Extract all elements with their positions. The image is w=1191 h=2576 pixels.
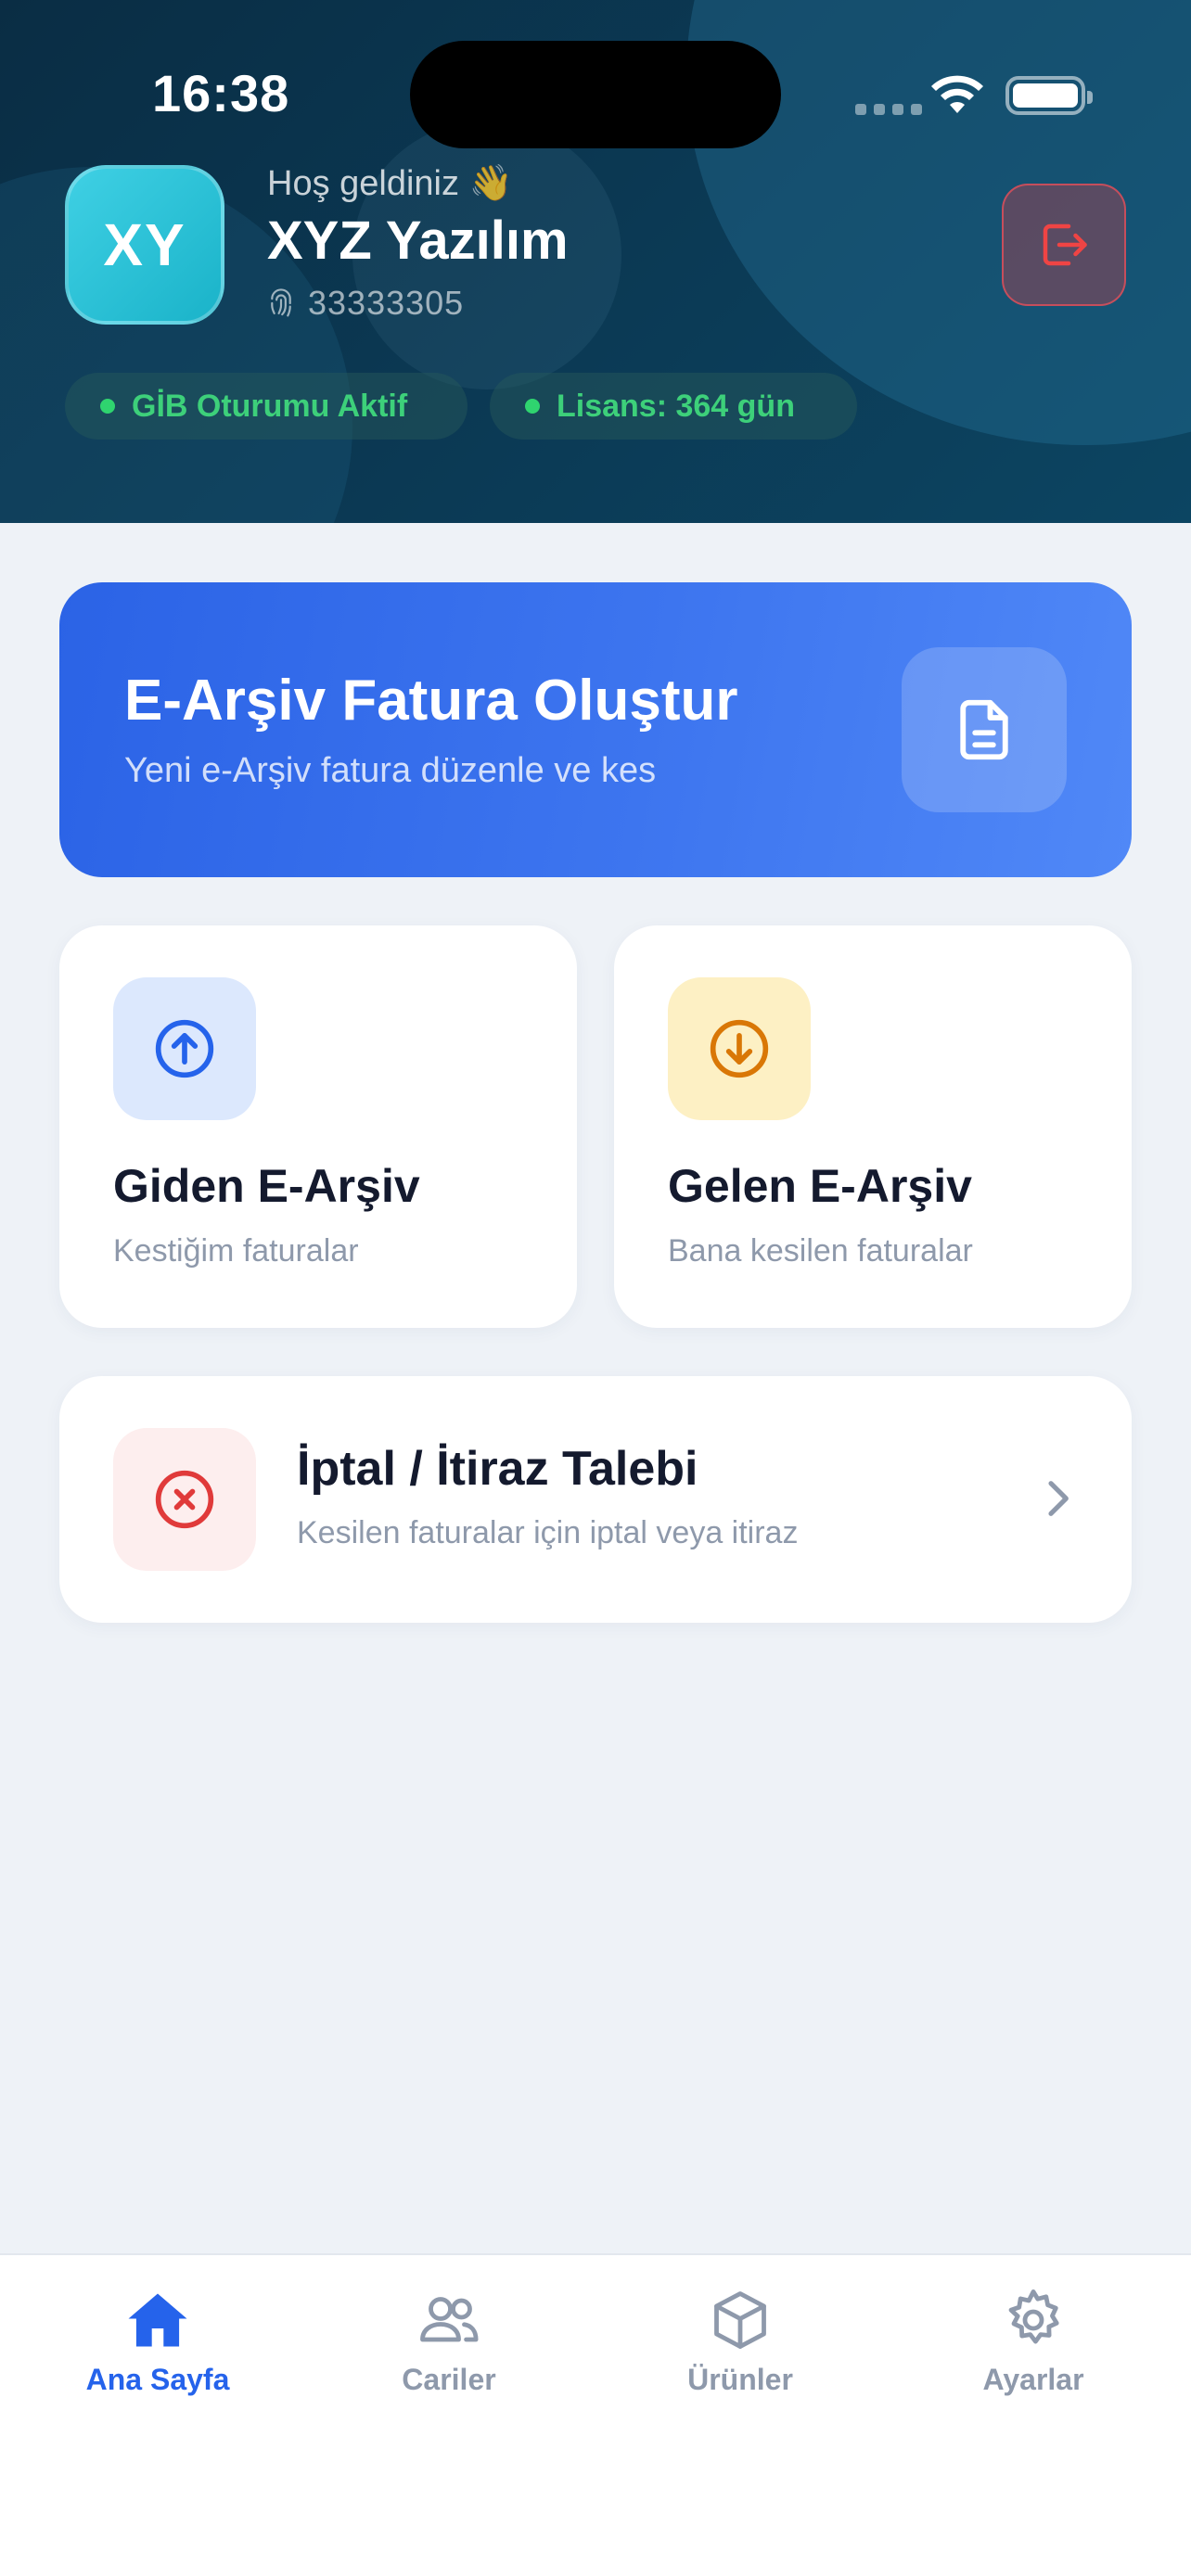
dynamic-island bbox=[410, 41, 781, 148]
incoming-title: Gelen E-Arşiv bbox=[668, 1160, 972, 1212]
status-dot-icon bbox=[525, 399, 540, 414]
gib-session-label: GİB Oturumu Aktif bbox=[132, 388, 408, 424]
create-invoice-title: E-Arşiv Fatura Oluştur bbox=[124, 669, 738, 733]
outgoing-subtitle: Kestiğim faturalar bbox=[113, 1233, 359, 1269]
gear-icon bbox=[1008, 2289, 1059, 2344]
battery-icon bbox=[1005, 76, 1093, 115]
cellular-signal-icon bbox=[855, 104, 922, 115]
tax-id-value: 33333305 bbox=[308, 284, 465, 322]
tab-accounts[interactable]: Cariler bbox=[338, 2287, 560, 2417]
tab-bar: Ana Sayfa Cariler Ürünler Ayarlar bbox=[0, 2253, 1191, 2576]
company-name: XYZ Yazılım bbox=[267, 210, 569, 271]
tab-products[interactable]: Ürünler bbox=[629, 2287, 852, 2417]
gib-session-badge: GİB Oturumu Aktif bbox=[65, 373, 467, 440]
tab-home[interactable]: Ana Sayfa bbox=[46, 2287, 269, 2417]
x-circle-icon bbox=[113, 1428, 256, 1571]
tab-accounts-label: Cariler bbox=[402, 2363, 496, 2396]
box-icon bbox=[714, 2291, 766, 2349]
document-icon bbox=[902, 647, 1067, 812]
create-invoice-card[interactable]: E-Arşiv Fatura Oluştur Yeni e-Arşiv fatu… bbox=[59, 582, 1132, 877]
profile-header: 16:38 XY Hoş geldiniz 👋 XYZ Yazılım 3333… bbox=[0, 0, 1191, 523]
avatar: XY bbox=[65, 165, 224, 325]
users-icon bbox=[420, 2297, 479, 2342]
fingerprint-icon bbox=[271, 288, 291, 317]
license-badge: Lisans: 364 gün bbox=[490, 373, 857, 440]
arrow-up-circle-icon bbox=[113, 977, 256, 1120]
tab-settings[interactable]: Ayarlar bbox=[922, 2287, 1145, 2417]
cancel-request-subtitle: Kesilen faturalar için iptal veya itiraz bbox=[297, 1515, 799, 1550]
incoming-earchive-card[interactable]: Gelen E-Arşiv Bana kesilen faturalar bbox=[614, 925, 1132, 1328]
cancel-request-title: İptal / İtiraz Talebi bbox=[297, 1442, 698, 1496]
tax-id: 33333305 bbox=[267, 284, 464, 323]
incoming-subtitle: Bana kesilen faturalar bbox=[668, 1233, 973, 1269]
tab-home-label: Ana Sayfa bbox=[85, 2363, 230, 2396]
arrow-down-circle-icon bbox=[668, 977, 811, 1120]
tab-products-label: Ürünler bbox=[687, 2363, 793, 2396]
welcome-text: Hoş geldiniz 👋 bbox=[267, 164, 513, 203]
home-icon bbox=[128, 2293, 187, 2347]
logout-button[interactable] bbox=[1002, 184, 1126, 306]
create-invoice-subtitle: Yeni e-Arşiv fatura düzenle ve kes bbox=[124, 751, 657, 790]
logout-icon bbox=[1043, 223, 1087, 266]
outgoing-earchive-card[interactable]: Giden E-Arşiv Kestiğim faturalar bbox=[59, 925, 577, 1328]
status-time: 16:38 bbox=[152, 64, 290, 122]
wifi-icon bbox=[931, 75, 983, 113]
license-label: Lisans: 364 gün bbox=[557, 388, 795, 424]
outgoing-title: Giden E-Arşiv bbox=[113, 1160, 420, 1212]
cancel-request-card[interactable]: İptal / İtiraz Talebi Kesilen faturalar … bbox=[59, 1376, 1132, 1623]
chevron-right-icon bbox=[1048, 1481, 1069, 1516]
tab-settings-label: Ayarlar bbox=[982, 2363, 1084, 2396]
status-dot-icon bbox=[100, 399, 115, 414]
